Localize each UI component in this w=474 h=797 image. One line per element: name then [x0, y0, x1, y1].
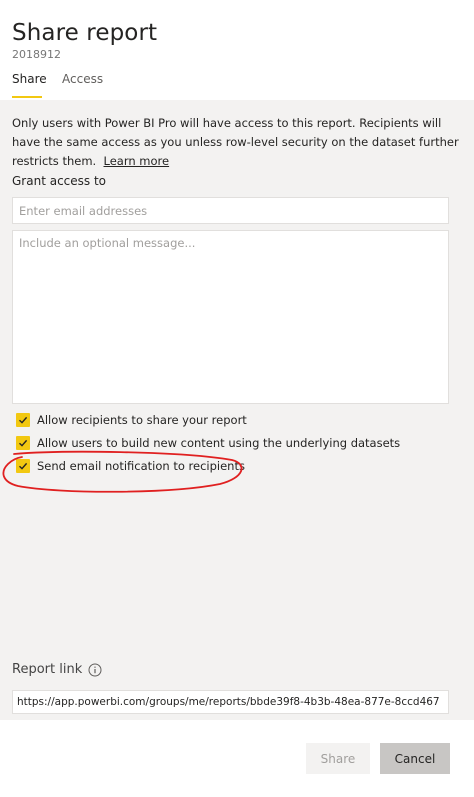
dialog-header: Share report 2018912 Share Access: [0, 0, 474, 100]
share-panel: [0, 100, 474, 720]
active-tab-indicator: [12, 96, 42, 98]
optional-message-input[interactable]: [12, 230, 449, 404]
tab-access[interactable]: Access: [62, 72, 103, 86]
send-email-label: Send email notification to recipients: [37, 459, 245, 473]
option-send-email[interactable]: Send email notification to recipients: [16, 458, 245, 474]
cancel-button[interactable]: Cancel: [380, 743, 450, 774]
report-name: 2018912: [12, 48, 61, 61]
info-icon[interactable]: [88, 663, 102, 677]
learn-more-link[interactable]: Learn more: [104, 154, 170, 168]
allow-build-label: Allow users to build new content using t…: [37, 436, 401, 450]
option-allow-build[interactable]: Allow users to build new content using t…: [16, 435, 400, 451]
share-button[interactable]: Share: [306, 743, 370, 774]
check-icon: [19, 439, 28, 447]
email-address-input[interactable]: [12, 197, 449, 224]
send-email-checkbox[interactable]: [16, 459, 30, 473]
report-link-field[interactable]: [12, 690, 449, 714]
check-icon: [19, 462, 28, 470]
allow-build-checkbox[interactable]: [16, 436, 30, 450]
allow-reshare-checkbox[interactable]: [16, 413, 30, 427]
license-info-text: Only users with Power BI Pro will have a…: [12, 114, 462, 171]
allow-reshare-label: Allow recipients to share your report: [37, 413, 247, 427]
report-link-heading: Report link: [12, 662, 102, 677]
dialog-title: Share report: [12, 20, 158, 46]
grant-access-label: Grant access to: [12, 174, 107, 188]
tab-share[interactable]: Share: [12, 72, 47, 86]
option-allow-reshare[interactable]: Allow recipients to share your report: [16, 412, 247, 428]
report-link-label: Report link: [12, 662, 83, 677]
license-info-message: Only users with Power BI Pro will have a…: [12, 116, 459, 168]
check-icon: [19, 416, 28, 424]
